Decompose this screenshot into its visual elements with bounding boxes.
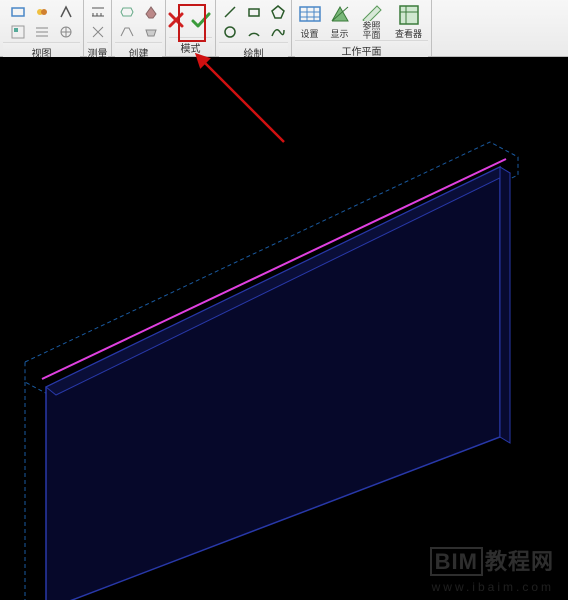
panel-create: 创建 xyxy=(112,0,166,56)
draw-spline[interactable] xyxy=(267,22,289,42)
watermark-url: www.ibaim.com xyxy=(432,580,554,594)
model-geometry xyxy=(0,57,568,600)
cancel-button[interactable] xyxy=(166,5,186,35)
draw-arc[interactable] xyxy=(243,22,265,42)
create-tool-1[interactable] xyxy=(116,2,138,22)
draw-polygon[interactable] xyxy=(267,2,289,22)
viewport-3d[interactable]: BIM教程网 www.ibaim.com xyxy=(0,57,568,600)
display-label: 显示 xyxy=(330,27,348,40)
panel-measure: 测量 xyxy=(84,0,112,56)
viewer-label: 查看器 xyxy=(395,27,422,40)
view-tool-4[interactable] xyxy=(7,22,29,42)
measure-tool-1[interactable] xyxy=(87,2,109,22)
refplane-button[interactable]: 参照 平面 xyxy=(355,2,389,40)
settings-label: 设置 xyxy=(300,27,318,40)
create-tool-4[interactable] xyxy=(140,22,162,42)
panel-draw: 绘制 xyxy=(216,0,292,56)
ribbon-toolbar: 视图 测量 创建 xyxy=(0,0,568,57)
watermark-logo: BIM教程网 xyxy=(430,544,554,576)
view-tool-2[interactable] xyxy=(31,2,53,22)
display-button[interactable]: 显示 xyxy=(325,2,355,40)
view-tool-5[interactable] xyxy=(31,22,53,42)
view-tool-1[interactable] xyxy=(7,2,29,22)
refplane-label: 参照 平面 xyxy=(362,22,380,40)
draw-rect[interactable] xyxy=(243,2,265,22)
panel-view: 视图 xyxy=(0,0,84,56)
viewer-button[interactable]: 查看器 xyxy=(389,2,429,40)
draw-circle[interactable] xyxy=(219,22,241,42)
panel-workplane: 设置 显示 参照 平面 查看器 工作平面 xyxy=(292,0,432,56)
view-tool-6[interactable] xyxy=(55,22,77,42)
create-tool-3[interactable] xyxy=(116,22,138,42)
panel-mode-label: 模式 xyxy=(169,37,212,56)
confirm-button[interactable] xyxy=(186,5,216,35)
draw-line[interactable] xyxy=(219,2,241,22)
settings-button[interactable]: 设置 xyxy=(295,2,325,40)
view-tool-3[interactable] xyxy=(55,2,77,22)
measure-tool-2[interactable] xyxy=(87,22,109,42)
create-tool-2[interactable] xyxy=(140,2,162,22)
panel-mode: 模式 xyxy=(166,0,216,56)
